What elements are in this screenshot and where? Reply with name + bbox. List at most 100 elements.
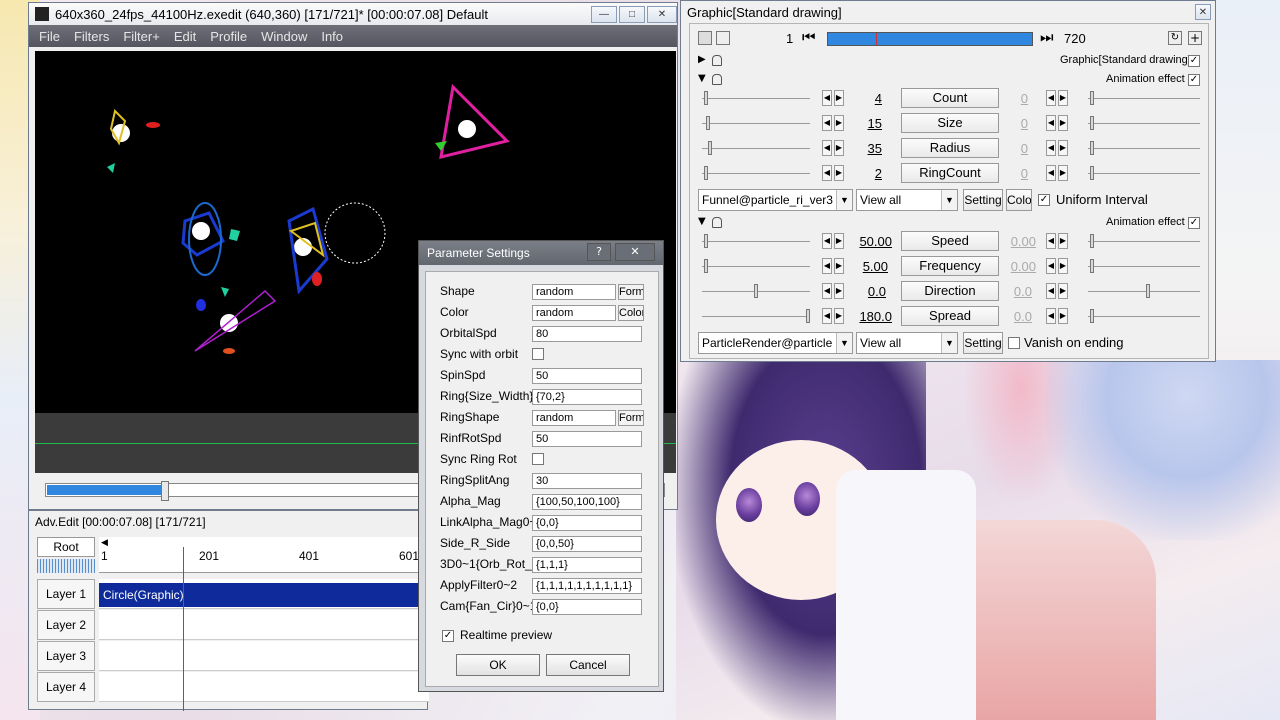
- frequency-value[interactable]: 5.00: [848, 259, 888, 274]
- size-end-value[interactable]: 0: [988, 116, 1028, 131]
- ringcount-end-value[interactable]: 0: [988, 166, 1028, 181]
- cancel-button[interactable]: Cancel: [546, 654, 630, 676]
- layer-3-track[interactable]: [99, 641, 429, 671]
- spread-value[interactable]: 180.0: [852, 309, 892, 324]
- direction-value[interactable]: 0.0: [846, 284, 886, 299]
- close-icon[interactable]: ✕: [615, 243, 655, 261]
- param-side-button[interactable]: Form: [618, 410, 644, 426]
- size-end-slider[interactable]: [1090, 116, 1094, 130]
- expand-right-icon[interactable]: ▶: [698, 54, 706, 65]
- direction-dec-icon[interactable]: ◀: [822, 283, 832, 299]
- menu-edit[interactable]: Edit: [174, 29, 196, 44]
- minimize-icon[interactable]: —: [591, 5, 617, 23]
- collapse-down-icon[interactable]: ▼: [698, 216, 706, 227]
- speed-end-value[interactable]: 0.00: [996, 234, 1036, 249]
- playhead[interactable]: [183, 547, 184, 711]
- spread-slider[interactable]: [806, 309, 810, 323]
- clip-circle[interactable]: Circle(Graphic): [99, 583, 429, 607]
- param-side-button[interactable]: Form: [618, 284, 644, 300]
- frequency-dec-icon[interactable]: ◀: [822, 258, 832, 274]
- param-checkbox[interactable]: [532, 348, 544, 360]
- add-effect-icon[interactable]: +: [1188, 31, 1202, 45]
- setting-button-2[interactable]: Setting: [963, 332, 1003, 354]
- param-checkbox[interactable]: [532, 453, 544, 465]
- count-dec-icon[interactable]: ◀: [822, 90, 832, 106]
- ringcount-button[interactable]: RingCount: [901, 163, 999, 183]
- param-input[interactable]: 30: [532, 473, 642, 489]
- anim-effect-checkbox-2[interactable]: ✓: [1188, 217, 1200, 229]
- size-end-inc-icon[interactable]: ▶: [1058, 115, 1068, 131]
- radius-end-slider[interactable]: [1090, 141, 1094, 155]
- param-input[interactable]: random: [532, 305, 616, 321]
- param-input[interactable]: {0,0,50}: [532, 536, 642, 552]
- ringcount-end-inc-icon[interactable]: ▶: [1058, 165, 1068, 181]
- param-input[interactable]: 50: [532, 431, 642, 447]
- menu-filters[interactable]: Filters: [74, 29, 109, 44]
- spread-end-slider[interactable]: [1090, 309, 1094, 323]
- speed-value[interactable]: 50.00: [852, 234, 892, 249]
- frequency-end-value[interactable]: 0.00: [996, 259, 1036, 274]
- count-end-value[interactable]: 0: [988, 91, 1028, 106]
- speed-end-inc-icon[interactable]: ▶: [1058, 233, 1068, 249]
- refresh-icon[interactable]: ↻: [1168, 31, 1182, 45]
- size-button[interactable]: Size: [901, 113, 999, 133]
- radius-button[interactable]: Radius: [901, 138, 999, 158]
- size-end-dec-icon[interactable]: ◀: [1046, 115, 1056, 131]
- direction-end-value[interactable]: 0.0: [992, 284, 1032, 299]
- frequency-slider[interactable]: [704, 259, 708, 273]
- color-button-1[interactable]: Color: [1006, 189, 1032, 211]
- menu-window[interactable]: Window: [261, 29, 307, 44]
- count-slider[interactable]: [704, 91, 708, 105]
- speed-end-dec-icon[interactable]: ◀: [1046, 233, 1056, 249]
- direction-inc-icon[interactable]: ▶: [834, 283, 844, 299]
- frame-range-bar[interactable]: [827, 32, 1033, 46]
- layer-2-label[interactable]: Layer 2: [37, 610, 95, 640]
- param-input[interactable]: 50: [532, 368, 642, 384]
- speed-slider[interactable]: [704, 234, 708, 248]
- speed-button[interactable]: Speed: [901, 231, 999, 251]
- film-icon[interactable]: [698, 31, 712, 45]
- spread-end-inc-icon[interactable]: ▶: [1058, 308, 1068, 324]
- collapse-down-icon[interactable]: ▼: [698, 73, 706, 84]
- vanish-on-ending-checkbox[interactable]: [1008, 337, 1020, 349]
- param-input[interactable]: random: [532, 410, 616, 426]
- radius-slider[interactable]: [708, 141, 712, 155]
- param-side-button[interactable]: Color: [618, 305, 644, 321]
- count-end-inc-icon[interactable]: ▶: [1058, 90, 1068, 106]
- layer-4-label[interactable]: Layer 4: [37, 672, 95, 702]
- particle-render-select[interactable]: ParticleRender@particle ▼: [698, 332, 853, 354]
- help-icon[interactable]: ?: [587, 243, 611, 261]
- graphic-group-checkbox[interactable]: ✓: [1188, 55, 1200, 67]
- param-input[interactable]: random: [532, 284, 616, 300]
- layer-3-label[interactable]: Layer 3: [37, 641, 95, 671]
- view-select-1[interactable]: View all ▼: [856, 189, 958, 211]
- time-ruler[interactable]: ◀ 1 201 401 601: [99, 537, 429, 573]
- speed-inc-icon[interactable]: ▶: [834, 233, 844, 249]
- param-input[interactable]: 80: [532, 326, 642, 342]
- layer-4-track[interactable]: [99, 672, 429, 702]
- root-button[interactable]: Root: [37, 537, 95, 557]
- ringcount-end-slider[interactable]: [1090, 166, 1094, 180]
- maximize-icon[interactable]: □: [619, 5, 645, 23]
- size-dec-icon[interactable]: ◀: [822, 115, 832, 131]
- direction-end-dec-icon[interactable]: ◀: [1046, 283, 1056, 299]
- close-icon[interactable]: ✕: [647, 5, 677, 23]
- ringcount-end-dec-icon[interactable]: ◀: [1046, 165, 1056, 181]
- ok-button[interactable]: OK: [456, 654, 540, 676]
- spread-inc-icon[interactable]: ▶: [834, 308, 844, 324]
- direction-end-slider[interactable]: [1146, 284, 1150, 298]
- close-icon[interactable]: ✕: [1195, 4, 1211, 20]
- view-select-2[interactable]: View all ▼: [856, 332, 958, 354]
- spread-dec-icon[interactable]: ◀: [822, 308, 832, 324]
- frequency-button[interactable]: Frequency: [901, 256, 999, 276]
- anim-effect-checkbox-1[interactable]: ✓: [1188, 74, 1200, 86]
- ruler-scroll-left-icon[interactable]: ◀: [101, 537, 108, 548]
- next-keyframe-icon[interactable]: ⏭: [1040, 29, 1054, 46]
- direction-slider[interactable]: [754, 284, 758, 298]
- setting-button-1[interactable]: Setting: [963, 189, 1003, 211]
- layer-2-track[interactable]: [99, 610, 429, 640]
- funnel-script-select[interactable]: Funnel@particle_ri_ver3 ▼: [698, 189, 853, 211]
- seek-thumb[interactable]: [161, 481, 169, 501]
- ringcount-dec-icon[interactable]: ◀: [822, 165, 832, 181]
- size-slider[interactable]: [706, 116, 710, 130]
